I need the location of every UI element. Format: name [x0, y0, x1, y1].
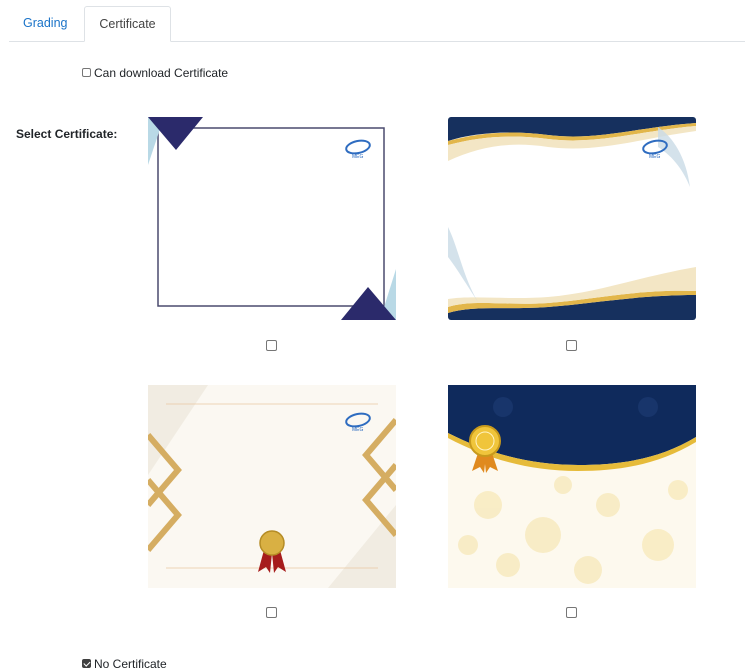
certificate-3-checkbox[interactable]: [266, 607, 277, 618]
certificate-template-4[interactable]: [448, 385, 696, 588]
certificate-template-3[interactable]: MEG: [148, 385, 396, 588]
seal-icon: [469, 425, 501, 473]
logo-icon: MEG: [345, 139, 371, 160]
logo-icon: MEG: [345, 412, 371, 433]
select-certificate-label: Select Certificate:: [16, 127, 118, 141]
download-certificate-option[interactable]: Can download Certificate: [82, 66, 228, 80]
svg-text:MEG: MEG: [352, 427, 364, 433]
download-certificate-label: Can download Certificate: [94, 66, 229, 80]
ribbon-seal-icon: [258, 530, 286, 573]
certificate-template-2[interactable]: MEG: [448, 117, 696, 320]
logo-icon: MEG: [642, 139, 668, 160]
svg-text:MEG: MEG: [649, 154, 661, 160]
svg-text:MEG: MEG: [352, 154, 364, 160]
certificate-4-checkbox[interactable]: [566, 607, 577, 618]
certificate-2-checkbox[interactable]: [566, 340, 577, 351]
certificate-template-1[interactable]: MEG: [148, 117, 396, 320]
tab-bar: Grading Certificate: [9, 0, 745, 42]
download-certificate-checkbox[interactable]: [82, 68, 91, 78]
tab-certificate[interactable]: Certificate: [84, 6, 171, 42]
certificate-1-checkbox[interactable]: [266, 340, 277, 351]
no-certificate-option[interactable]: No Certificate: [82, 657, 167, 671]
tab-grading[interactable]: Grading: [9, 6, 81, 40]
no-certificate-checkbox[interactable]: [82, 659, 91, 669]
no-certificate-label: No Certificate: [94, 657, 167, 671]
